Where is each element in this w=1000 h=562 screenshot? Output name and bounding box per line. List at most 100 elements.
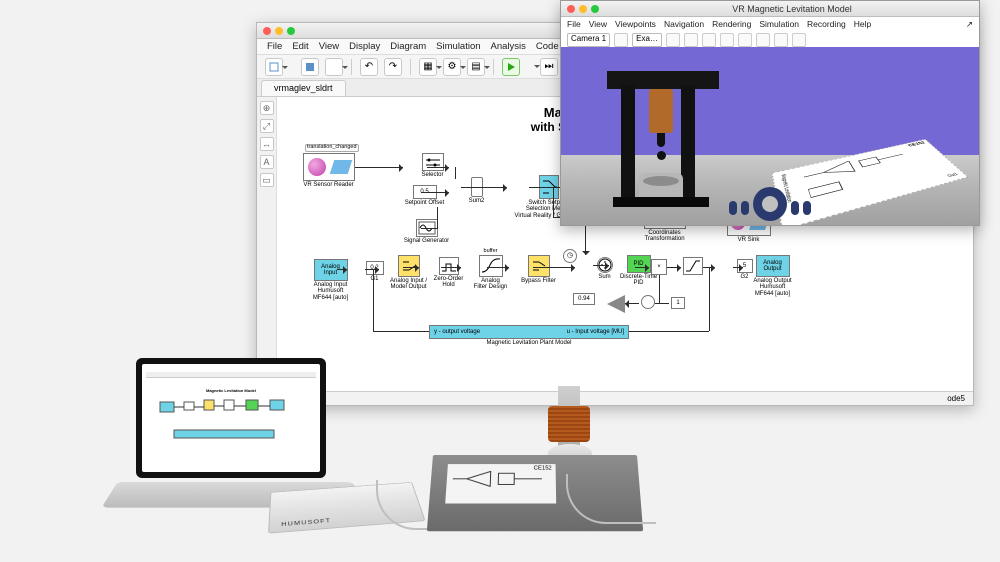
vr-titlebar[interactable]: VR Magnetic Levitation Model: [561, 1, 979, 17]
menu-edit[interactable]: Edit: [292, 41, 308, 52]
block-setpoint-offset-label: Setpoint Offset: [397, 200, 452, 206]
vr-window: VR Magnetic Levitation Model File View V…: [560, 0, 980, 226]
block-product[interactable]: ×: [651, 259, 667, 275]
maximize-icon[interactable]: [287, 27, 295, 35]
prev-view-icon[interactable]: [614, 33, 628, 47]
menu-diagram[interactable]: Diagram: [390, 41, 426, 52]
menu-display[interactable]: Display: [349, 41, 380, 52]
wire: [437, 207, 438, 229]
nav-center-icon[interactable]: [753, 187, 787, 221]
port-translation-changed: translation_changed: [305, 144, 359, 152]
menu-viewpoints[interactable]: Viewpoints: [615, 19, 656, 29]
model-settings-button[interactable]: ⚙: [443, 58, 461, 76]
redo-button[interactable]: ↷: [384, 58, 402, 76]
tool-icon[interactable]: [684, 33, 698, 47]
menu-rendering[interactable]: Rendering: [712, 19, 751, 29]
wire: [487, 267, 509, 268]
vr-sink-label: VR Sink: [721, 237, 776, 243]
paper-out: Out1: [947, 172, 960, 178]
fit-icon[interactable]: ⤢: [260, 119, 274, 133]
block-analog-output[interactable]: Analog Output Analog Output Humusoft MF6…: [745, 255, 800, 297]
wire: [337, 269, 347, 270]
nav-wheel[interactable]: [710, 197, 830, 219]
wire: [427, 167, 449, 168]
snapshot-icon[interactable]: [774, 33, 788, 47]
solver-name: ode5: [947, 394, 965, 403]
menu-extra-icon[interactable]: ↗: [966, 19, 973, 30]
tool-icon[interactable]: [720, 33, 734, 47]
window-controls[interactable]: [561, 5, 605, 13]
wire: [421, 228, 437, 229]
menu-view[interactable]: View: [589, 19, 607, 29]
laptop-diagram-title: Magnetic Levitation Model: [156, 388, 306, 393]
coord-label: Coordinates Transformation: [637, 230, 692, 243]
menu-code[interactable]: Code: [536, 41, 559, 52]
paper-model: CE152: [907, 141, 926, 147]
block-signal-gen-label: Signal Generator: [399, 238, 454, 244]
zoom-in-icon[interactable]: ⊕: [260, 101, 274, 115]
nav-left2-icon[interactable]: [741, 201, 749, 215]
menu-navigation[interactable]: Navigation: [664, 19, 704, 29]
menu-simulation[interactable]: Simulation: [759, 19, 799, 29]
tool-icon[interactable]: [792, 33, 806, 47]
close-icon[interactable]: [263, 27, 271, 35]
wire: [553, 187, 554, 217]
undo-button[interactable]: ↶: [360, 58, 378, 76]
step-button[interactable]: ⏭: [540, 58, 558, 76]
wire: [441, 267, 461, 268]
annotate-icon[interactable]: A: [260, 155, 274, 169]
signal-button[interactable]: ▤: [467, 58, 485, 76]
nav-mode-select[interactable]: Exa…: [632, 33, 662, 47]
new-model-button[interactable]: [265, 58, 283, 76]
run-menu-button[interactable]: [526, 58, 534, 76]
wire: [365, 269, 379, 270]
window-controls[interactable]: [257, 27, 301, 35]
minimize-icon[interactable]: [579, 5, 587, 13]
block-sum2[interactable]: Sum2: [449, 177, 504, 204]
block-signal-gen[interactable]: Signal Generator: [399, 219, 454, 244]
maximize-icon[interactable]: [591, 5, 599, 13]
menu-help[interactable]: Help: [854, 19, 871, 29]
block-saturation[interactable]: [683, 257, 703, 275]
run-button[interactable]: [502, 58, 520, 76]
vr-scene[interactable]: Magnetic Levitation CE152 Out1: [561, 47, 979, 225]
wire: [593, 265, 609, 266]
analog-out-text: Analog Output: [756, 255, 790, 277]
tool-icon[interactable]: [738, 33, 752, 47]
scene-ball: [657, 151, 666, 160]
menu-recording[interactable]: Recording: [807, 19, 846, 29]
image-icon[interactable]: ▭: [260, 173, 274, 187]
block-one[interactable]: 1: [671, 297, 685, 309]
block-vr-sensor[interactable]: VR Sensor Reader translation_changed: [301, 153, 356, 188]
library-button[interactable]: ▦: [419, 58, 437, 76]
wire: [709, 267, 710, 331]
wire: [403, 267, 419, 268]
close-icon[interactable]: [567, 5, 575, 13]
save-menu-button[interactable]: [325, 58, 343, 76]
nav-right-icon[interactable]: [803, 201, 811, 215]
clock-icon: ◷: [563, 249, 577, 263]
wire: [421, 192, 449, 193]
record-icon[interactable]: [756, 33, 770, 47]
tool-icon[interactable]: [666, 33, 680, 47]
minimize-icon[interactable]: [275, 27, 283, 35]
pan-icon[interactable]: ↔: [260, 137, 274, 151]
wire: [355, 167, 403, 168]
menu-view[interactable]: View: [319, 41, 339, 52]
menu-analysis[interactable]: Analysis: [491, 41, 526, 52]
rig-model-label: CE152: [534, 466, 552, 472]
menu-simulation[interactable]: Simulation: [436, 41, 480, 52]
model-tab[interactable]: vrmaglev_sldrt: [261, 80, 346, 96]
wire: [455, 167, 456, 179]
play-icon[interactable]: [702, 33, 716, 47]
nav-left-icon[interactable]: [729, 201, 737, 215]
block-bypass[interactable]: Bypass Filter: [511, 255, 566, 284]
save-button[interactable]: [301, 58, 319, 76]
pid-sub: Discrete-Time PID: [611, 274, 666, 287]
vr-title: VR Magnetic Levitation Model: [605, 4, 979, 14]
viewpoint-select[interactable]: Camera 1: [567, 33, 610, 47]
block-setpoint-offset[interactable]: 0.5 Setpoint Offset: [397, 185, 452, 206]
nav-right2-icon[interactable]: [791, 201, 799, 215]
menu-file[interactable]: File: [567, 19, 581, 29]
menu-file[interactable]: File: [267, 41, 282, 52]
